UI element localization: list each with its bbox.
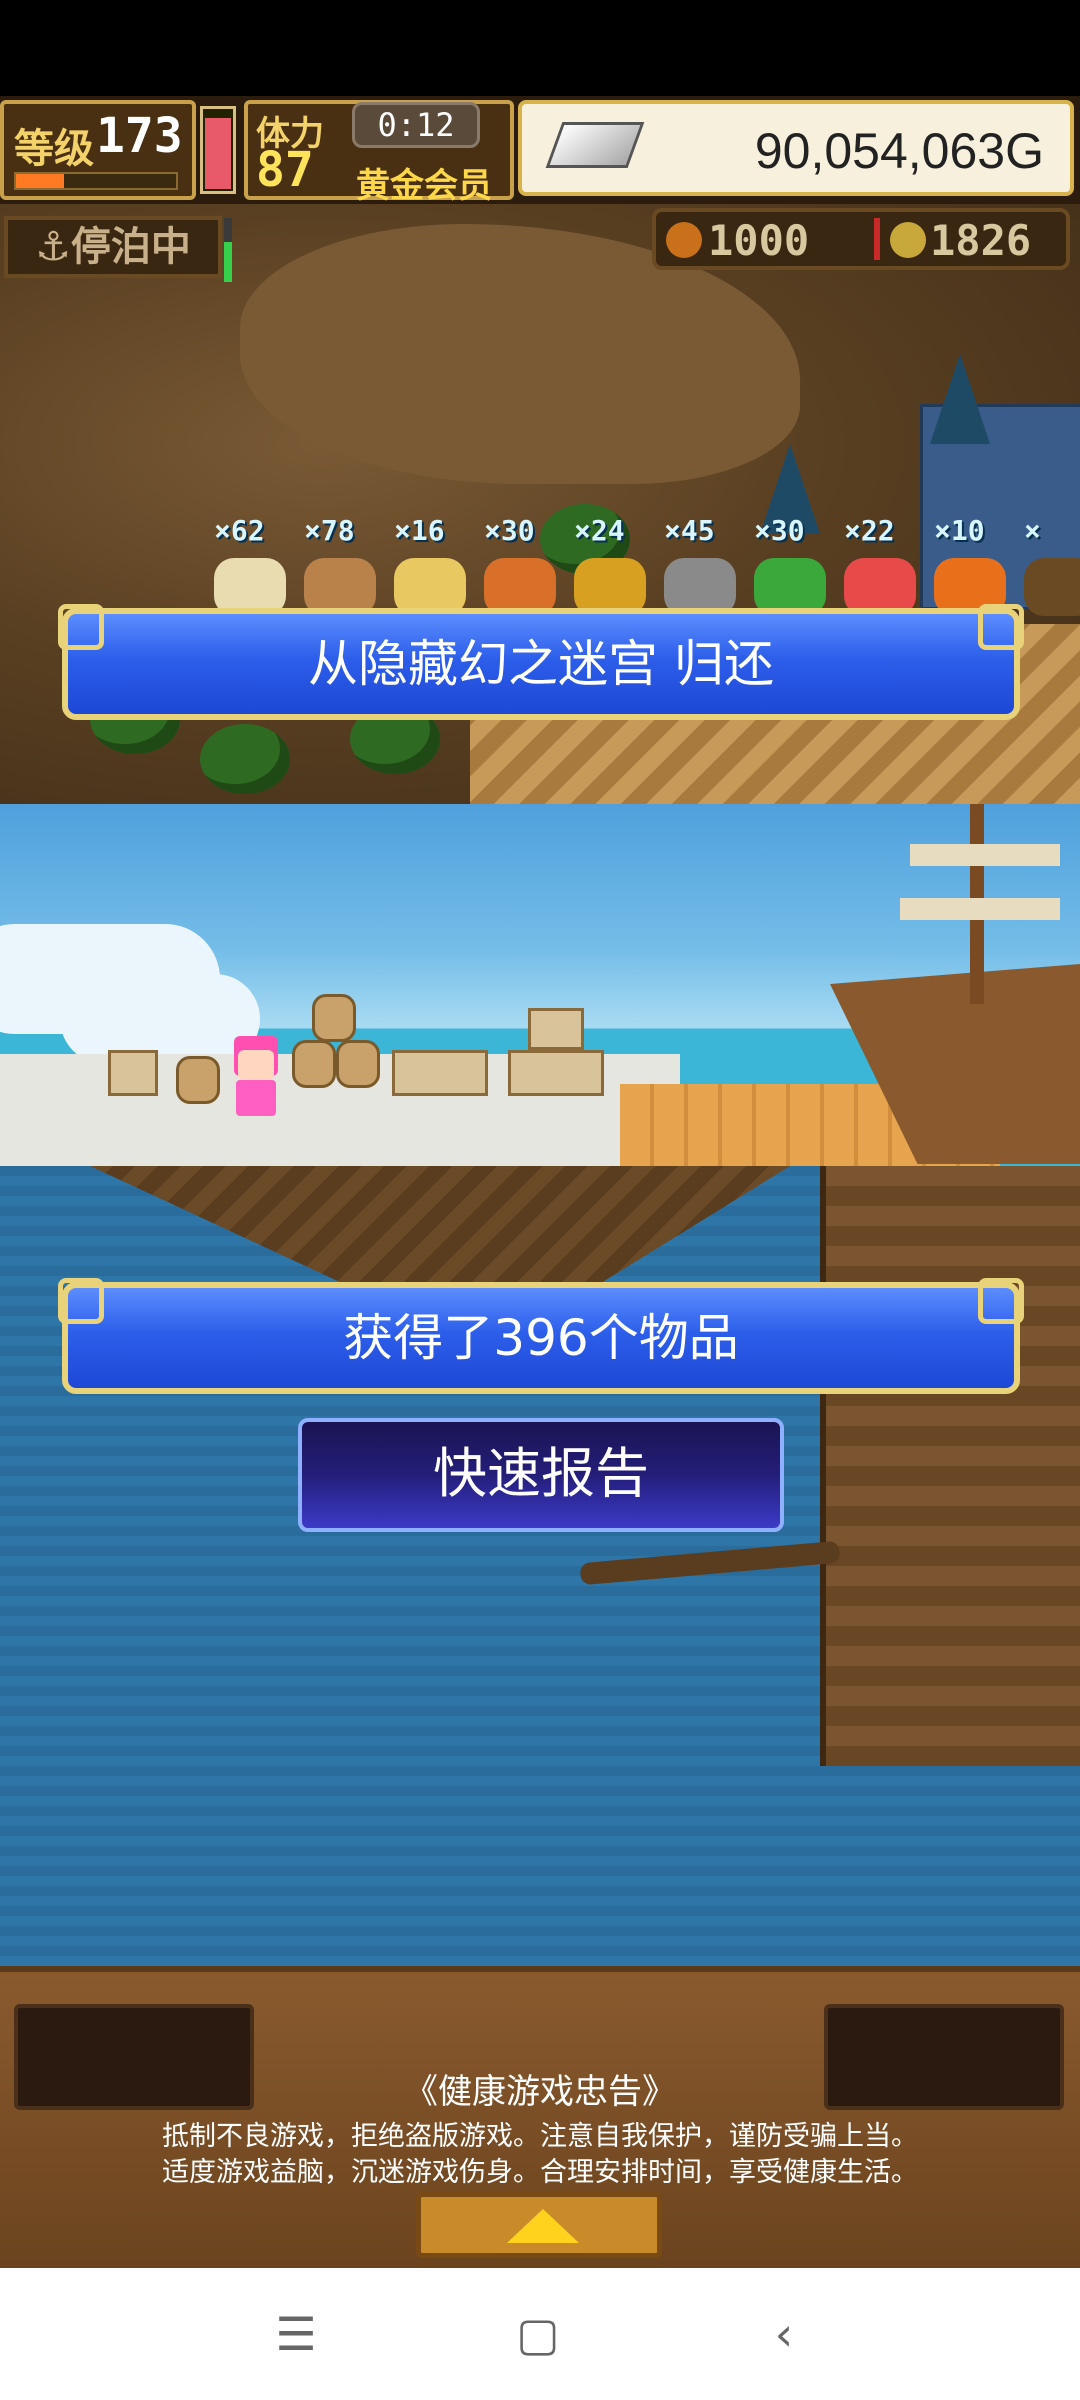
ship-deck: [90, 1166, 790, 1296]
return-banner: 从隐藏幻之迷宫 归还: [58, 604, 1024, 720]
item-count: ×24: [574, 514, 625, 547]
item-count: ×10: [934, 514, 985, 547]
more-item-icon: [1024, 558, 1080, 616]
resource-panel: 1000 1826: [652, 208, 1070, 270]
dock-scene: [0, 804, 1080, 1166]
large-ship: [820, 1166, 1080, 1766]
coin-resource-icon: [890, 222, 926, 258]
home-icon[interactable]: ▢: [508, 2304, 568, 2364]
system-nav-bar: ☰ ▢ ‹: [0, 2268, 1080, 2400]
resource-a-value: 1000: [708, 216, 810, 265]
status-bar: [0, 0, 1080, 96]
level-label: 等级: [14, 126, 94, 172]
money-amount: 90,054,063G: [754, 123, 1044, 179]
item-count: ×30: [484, 514, 535, 547]
silver-ingot-icon: [545, 122, 645, 168]
bottom-panel: 《健康游戏忠告》 抵制不良游戏，拒绝盗版游戏。注意自我保护，谨防受骗上当。 适度…: [0, 1966, 1080, 2274]
meat-resource-icon: [666, 222, 702, 258]
money-panel: 90,054,063G: [518, 100, 1074, 196]
resource-divider: [874, 218, 880, 260]
items-obtained-banner: 获得了396个物品: [58, 1278, 1024, 1394]
level-value: 173: [96, 108, 183, 164]
health-notice-line-1: 抵制不良游戏，拒绝盗版游戏。注意自我保护，谨防受骗上当。: [162, 2121, 918, 2152]
item-count: ×62: [214, 514, 265, 547]
stamina-gauge: [200, 106, 236, 194]
arrow-up-icon: [507, 2209, 579, 2243]
ship-cannon: [579, 1540, 841, 1586]
docked-status: ⚓停泊中: [4, 216, 222, 278]
health-notice-title: 《健康游戏忠告》: [404, 2072, 676, 2112]
item-count: ×16: [394, 514, 445, 547]
expand-menu-button[interactable]: [416, 2192, 662, 2258]
health-notice-line-2: 适度游戏益脑，沉迷游戏伤身。合理安排时间，享受健康生活。: [162, 2157, 918, 2188]
gold-member-badge[interactable]: 黄金会员: [356, 158, 492, 207]
experience-bar: [14, 172, 178, 190]
player-character: [228, 1036, 284, 1124]
back-icon[interactable]: ‹: [754, 2304, 814, 2364]
resource-b-value: 1826: [930, 216, 1032, 265]
item-count: ×78: [304, 514, 355, 547]
item-count: ×30: [754, 514, 805, 547]
item-count: ×45: [664, 514, 715, 547]
stamina-value: 87: [256, 142, 314, 198]
top-hud: 等级 173 体力 87 0:12 黄金会员 90,054,063G: [0, 96, 1080, 207]
recent-apps-icon[interactable]: ☰: [266, 2304, 326, 2364]
quick-report-button[interactable]: 快速报告: [298, 1418, 784, 1532]
dock-progress-indicator: [224, 218, 232, 282]
timer: 0:12: [352, 102, 480, 148]
item-count: ×: [1024, 514, 1041, 547]
port-town-scene: ⚓停泊中 1000 1826 ×62 ×78 ×16 ×30 ×24 ×45 ×30 ×22 ×…: [0, 204, 1080, 804]
item-count: ×22: [844, 514, 895, 547]
